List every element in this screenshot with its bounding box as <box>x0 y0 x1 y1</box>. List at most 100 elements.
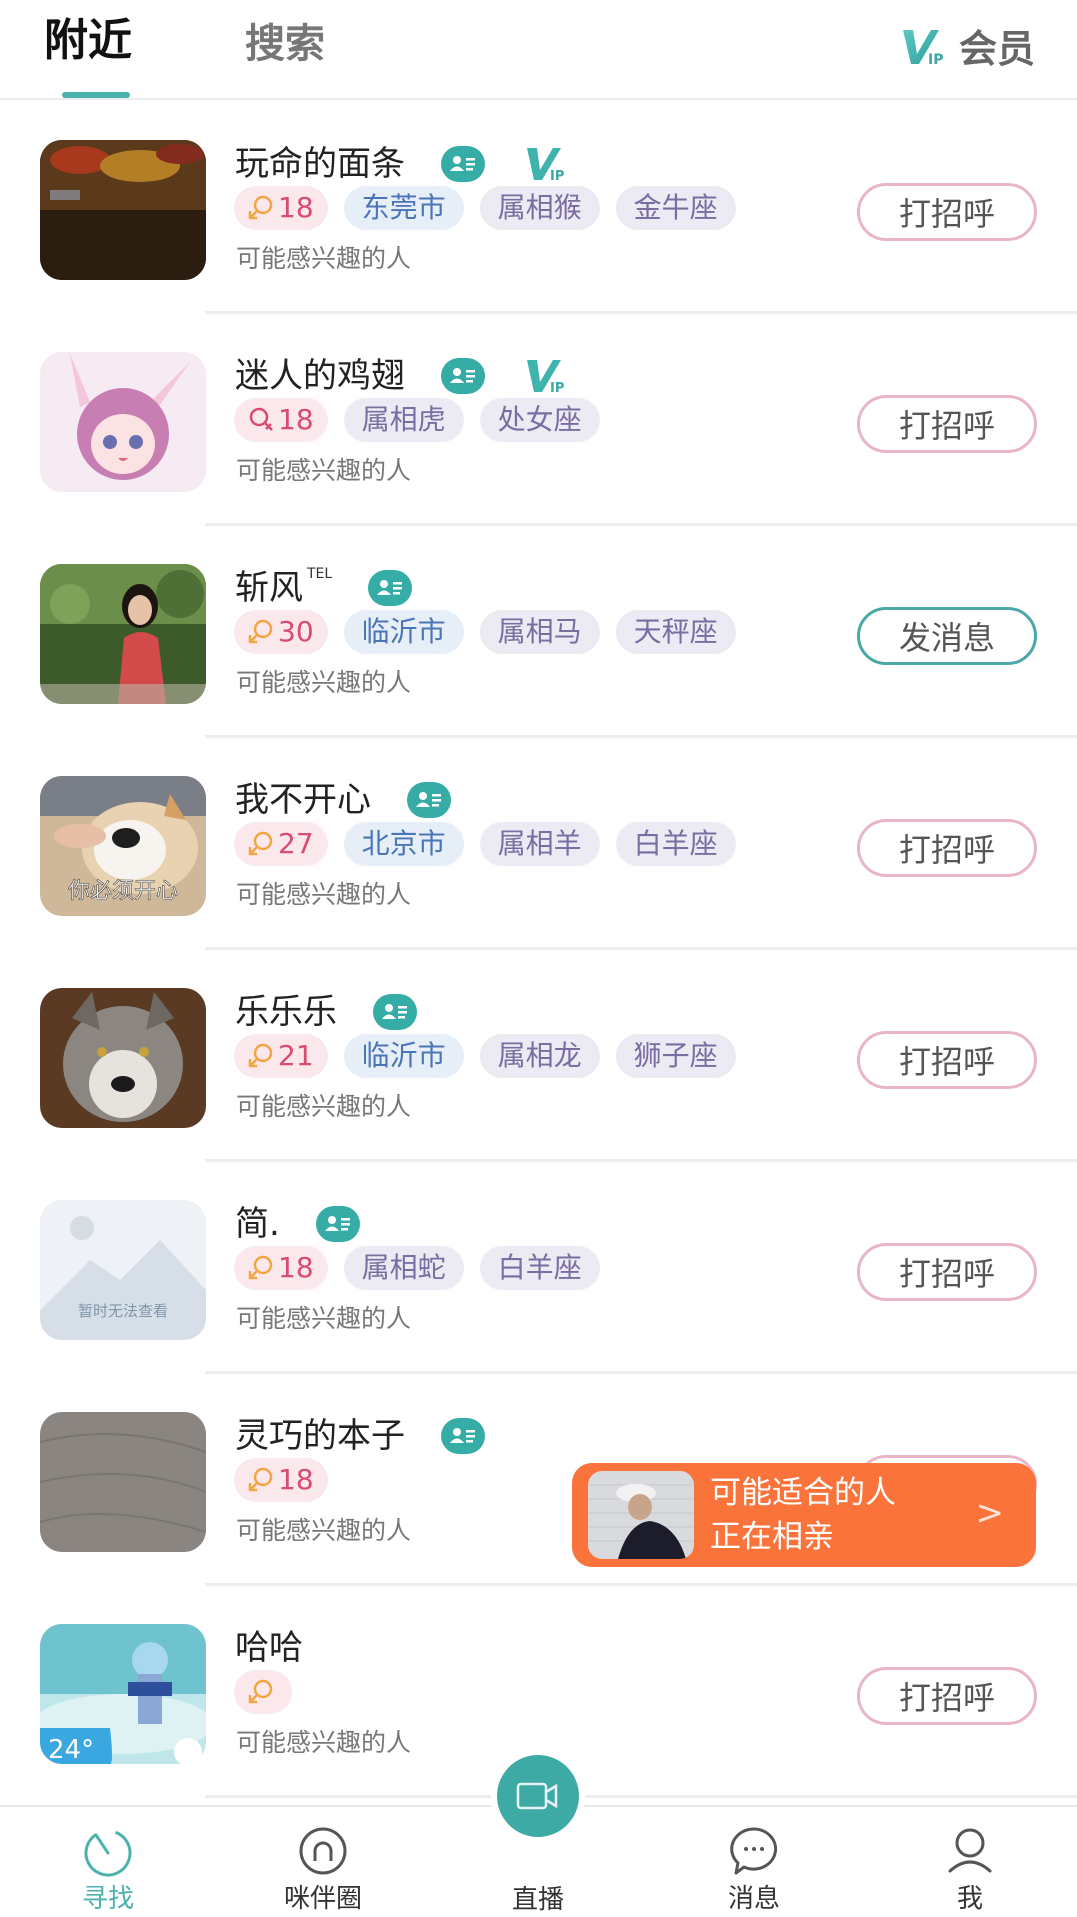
svg-text:IP: IP <box>550 169 564 182</box>
attribute-tag: 金牛座 <box>615 186 736 230</box>
user-avatar[interactable]: 24° <box>40 1624 206 1764</box>
age-gender-tag: 21 <box>234 1034 328 1078</box>
city-tag: 临沂市 <box>343 1034 464 1078</box>
chevron-right-icon: > <box>975 1493 1005 1533</box>
user-tags <box>234 1670 292 1714</box>
user-subtitle: 可能感兴趣的人 <box>236 1092 412 1121</box>
greet-button[interactable]: 打招呼 <box>857 1031 1037 1089</box>
user-tags: 21 临沂市 属相龙 狮子座 <box>234 1034 736 1078</box>
age-gender-tag: 18 <box>234 398 328 442</box>
tab-nearby[interactable]: 附近 <box>44 14 132 68</box>
age-value: 27 <box>278 827 314 860</box>
id-card-icon <box>441 358 485 394</box>
age-gender-tag <box>234 1670 292 1714</box>
greet-button[interactable]: 打招呼 <box>857 395 1037 453</box>
circle-icon <box>299 1827 347 1875</box>
user-list-item[interactable]: 你必须开心 我不开心 27 北京市 属相羊 白羊座 可能感兴趣的人 打招呼 <box>0 738 1077 950</box>
age-gender-tag: 18 <box>234 1458 328 1502</box>
user-avatar[interactable]: 你必须开心 <box>40 776 206 916</box>
row-divider <box>205 1795 1077 1798</box>
vip-membership-button[interactable]: IP 会员 <box>901 18 1035 73</box>
svg-text:IP: IP <box>928 52 943 66</box>
attribute-tag: 属相虎 <box>343 398 464 442</box>
male-icon <box>248 619 273 644</box>
greet-button[interactable]: 打招呼 <box>857 183 1037 241</box>
user-list-item[interactable]: 斩风 TEL 30 临沂市 属相马 天秤座 可能感兴趣的人 发消息 <box>0 526 1077 738</box>
svg-text:暂时无法查看: 暂时无法查看 <box>78 1302 168 1320</box>
male-icon <box>248 831 273 856</box>
age-value: 18 <box>278 1463 314 1496</box>
attribute-tag: 处女座 <box>479 398 600 442</box>
user-name[interactable]: 哈哈 <box>235 1626 303 1670</box>
user-list-item[interactable]: 玩命的面条 IP 18 东莞市 属相猴 金牛座 可能感兴趣的人 打招呼 <box>0 102 1077 314</box>
greet-button[interactable]: 打招呼 <box>857 819 1037 877</box>
age-value: 18 <box>278 403 314 436</box>
live-button[interactable] <box>497 1755 579 1837</box>
top-header: 附近 搜索 IP 会员 <box>0 0 1077 100</box>
nav-messages-label: 消息 <box>727 1884 780 1914</box>
user-avatar[interactable] <box>40 1412 206 1552</box>
user-name[interactable]: 玩命的面条 <box>235 142 405 186</box>
age-gender-tag: 18 <box>234 186 328 230</box>
user-name[interactable]: 乐乐乐 <box>235 990 337 1034</box>
female-icon <box>249 407 273 431</box>
user-list-item[interactable]: 乐乐乐 21 临沂市 属相龙 狮子座 可能感兴趣的人 打招呼 <box>0 950 1077 1162</box>
user-tags: 30 临沂市 属相马 天秤座 <box>234 610 736 654</box>
greet-button[interactable]: 打招呼 <box>857 1243 1037 1301</box>
user-subtitle: 可能感兴趣的人 <box>236 1728 412 1757</box>
id-card-icon <box>441 1418 485 1454</box>
id-card-icon <box>368 570 413 606</box>
nav-find[interactable]: 寻找 <box>38 1807 178 1915</box>
user-list-item[interactable]: 迷人的鸡翅 IP 18 属相虎 处女座 可能感兴趣的人 打招呼 <box>0 314 1077 526</box>
age-value: 18 <box>278 1251 314 1284</box>
user-avatar[interactable]: 暂时无法查看 <box>40 1200 206 1340</box>
user-name[interactable]: 我不开心 <box>235 778 371 822</box>
user-tags: 18 属相虎 处女座 <box>234 398 600 442</box>
user-avatar[interactable] <box>40 564 206 704</box>
user-name[interactable]: 斩风 <box>235 566 303 610</box>
matchmaking-banner[interactable]: 可能适合的人 正在相亲 > <box>572 1463 1036 1567</box>
attribute-tag: 属相羊 <box>479 822 600 866</box>
bottom-navigation: 寻找 咪伴圈 直播 消息 我 <box>0 1755 1077 1917</box>
male-icon <box>248 1043 273 1068</box>
banner-photo <box>588 1471 694 1559</box>
attribute-tag: 属相马 <box>479 610 600 654</box>
city-tag: 临沂市 <box>343 610 464 654</box>
user-tags: 18 <box>234 1458 328 1502</box>
user-name[interactable]: 灵巧的本子 <box>235 1414 405 1458</box>
male-icon <box>248 195 273 220</box>
user-avatar[interactable] <box>40 140 206 280</box>
id-card-icon <box>373 994 417 1030</box>
user-avatar[interactable] <box>40 988 206 1128</box>
user-tags: 27 北京市 属相羊 白羊座 <box>234 822 736 866</box>
nav-me[interactable]: 我 <box>900 1807 1040 1915</box>
banner-line1: 可能适合的人 <box>710 1475 896 1511</box>
user-subtitle: 可能感兴趣的人 <box>236 668 412 697</box>
greet-button[interactable]: 打招呼 <box>857 1667 1037 1725</box>
nav-circle[interactable]: 咪伴圈 <box>253 1807 393 1915</box>
attribute-tag: 狮子座 <box>615 1034 736 1078</box>
user-name[interactable]: 迷人的鸡翅 <box>235 354 405 398</box>
active-tab-indicator <box>62 92 130 98</box>
tel-badge: TEL <box>307 566 333 582</box>
svg-text:你必须开心: 你必须开心 <box>68 879 178 904</box>
attribute-tag: 白羊座 <box>615 822 736 866</box>
city-tag: 东莞市 <box>343 186 464 230</box>
chat-bubble-icon <box>730 1827 778 1875</box>
vip-logo-icon: IP <box>902 29 943 66</box>
male-icon <box>248 1255 273 1280</box>
user-list-item[interactable]: 暂时无法查看 简. 18 属相蛇 白羊座 可能感兴趣的人 打招呼 <box>0 1162 1077 1374</box>
user-name[interactable]: 简. <box>235 1202 280 1246</box>
user-tags: 18 东莞市 属相猴 金牛座 <box>234 186 736 230</box>
nav-messages[interactable]: 消息 <box>684 1807 824 1915</box>
nav-live-label: 直播 <box>511 1885 564 1915</box>
send-message-button[interactable]: 发消息 <box>857 607 1037 665</box>
age-gender-tag: 27 <box>234 822 328 866</box>
attribute-tag: 属相猴 <box>479 186 600 230</box>
age-value: 30 <box>278 615 314 648</box>
tab-search[interactable]: 搜索 <box>245 17 325 71</box>
vip-badge-icon: IP <box>527 360 564 394</box>
vip-label: 会员 <box>958 27 1035 71</box>
person-icon <box>948 1828 992 1873</box>
user-avatar[interactable] <box>40 352 206 492</box>
